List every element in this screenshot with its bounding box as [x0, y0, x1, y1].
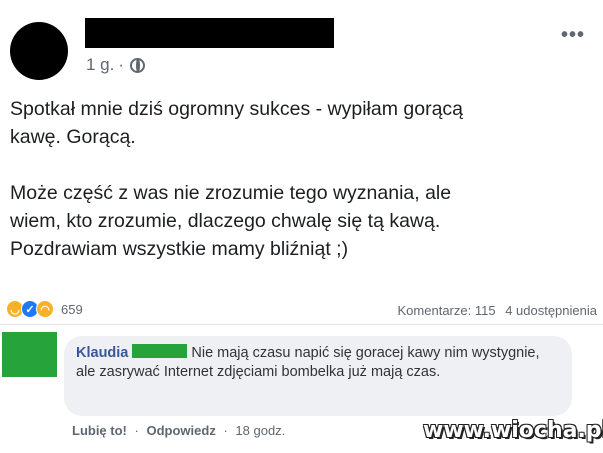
- watermark: www.wiocha.pl: [423, 418, 603, 443]
- separator-dot: ·: [223, 423, 228, 438]
- comment-time[interactable]: 18 godz.: [235, 423, 285, 438]
- post-text: Spotkał mnie dziś ogromny sukces - wypił…: [10, 98, 464, 260]
- more-options-icon[interactable]: •••: [561, 25, 585, 45]
- author-avatar[interactable]: [10, 22, 68, 80]
- comment-bubble: Klaudia Nie mają czasu napić się goracej …: [64, 336, 572, 416]
- post-card: 1 g. · ••• Spotkał mnie dziś ogromny suk…: [0, 0, 603, 453]
- commenter-avatar-redacted[interactable]: [2, 332, 57, 377]
- separator-dot: ·: [134, 423, 139, 438]
- shares-count[interactable]: 4 udostępnienia: [505, 303, 597, 318]
- globe-icon: [130, 57, 146, 73]
- sad-icon: ◠: [36, 300, 54, 318]
- comment-author[interactable]: Klaudia: [76, 345, 128, 361]
- like-comment-link[interactable]: Lubię to!: [72, 423, 127, 438]
- post-time[interactable]: 1 g.: [86, 55, 114, 75]
- meta-separator: ·: [118, 55, 125, 74]
- author-name-redacted[interactable]: [85, 18, 334, 48]
- reaction-count[interactable]: 659: [61, 302, 83, 317]
- post-stats: Komentarze: 115 4 udostępnienia: [392, 303, 597, 318]
- comment-author-redacted: [132, 344, 188, 358]
- reactions-bar[interactable]: ◡ ✓ ◠ 659: [6, 300, 83, 318]
- post-meta: 1 g. ·: [86, 55, 146, 75]
- comment-actions: Lubię to! · Odpowiedz · 18 godz.: [72, 423, 285, 438]
- divider: [0, 324, 603, 325]
- reply-link[interactable]: Odpowiedz: [146, 423, 215, 438]
- comments-count[interactable]: Komentarze: 115: [398, 303, 496, 318]
